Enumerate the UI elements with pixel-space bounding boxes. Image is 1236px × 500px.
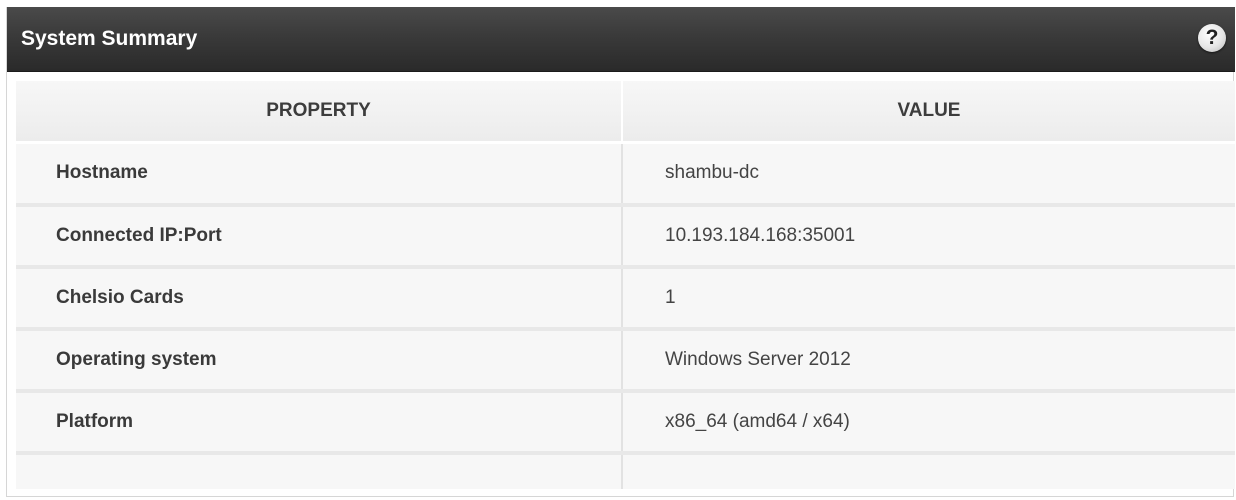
table-row: Operating system Windows Server 2012 [16,328,1235,393]
help-icon[interactable]: ? [1198,24,1226,52]
panel-title: System Summary [21,27,198,50]
table-row: Connected IP:Port 10.193.184.168:35001 [16,204,1235,269]
system-summary-table: PROPERTY VALUE Hostname shambu-dc Connec… [16,81,1235,489]
table-row: Chelsio Cards 1 [16,266,1235,331]
filler-cell [16,452,623,489]
value-cell: Windows Server 2012 [622,328,1235,393]
property-cell: Operating system [16,328,623,393]
system-summary-panel: System Summary ? PROPERTY VALUE Hostname… [6,7,1235,497]
property-cell: Chelsio Cards [16,266,623,331]
value-cell: 1 [622,266,1235,331]
column-header-property[interactable]: PROPERTY [16,81,623,144]
table-header-row: PROPERTY VALUE [16,81,1235,144]
table-row: Platform x86_64 (amd64 / x64) [16,390,1235,455]
column-header-value[interactable]: VALUE [622,81,1235,144]
table-filler-row [16,452,1235,489]
table-row: Hostname shambu-dc [16,142,1235,207]
value-cell: shambu-dc [622,142,1235,207]
panel-header: System Summary ? [7,7,1235,72]
property-cell: Hostname [16,142,623,207]
property-cell: Platform [16,390,623,455]
filler-cell [622,452,1235,489]
value-cell: 10.193.184.168:35001 [622,204,1235,269]
property-cell: Connected IP:Port [16,204,623,269]
value-cell: x86_64 (amd64 / x64) [622,390,1235,455]
